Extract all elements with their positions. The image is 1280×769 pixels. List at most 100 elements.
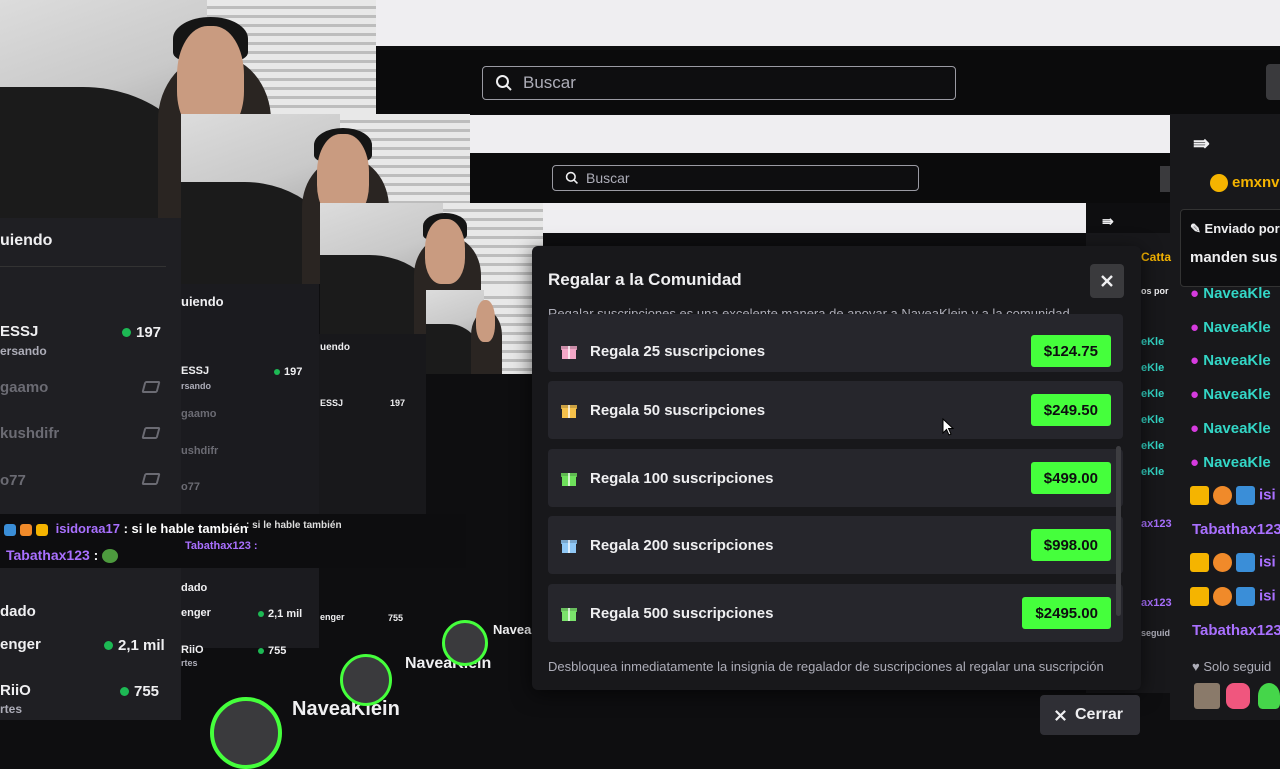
channel-name[interactable]: RiiO <box>0 682 31 699</box>
close-icon <box>1101 275 1113 287</box>
avatar <box>340 654 392 706</box>
search-input[interactable]: Buscar <box>482 66 956 100</box>
channel-name[interactable]: o77 <box>181 481 200 493</box>
channel-name[interactable]: ESSJ <box>320 398 343 408</box>
viewer-count: 2,1 mil <box>258 608 302 620</box>
offline-icon <box>141 473 161 485</box>
gift-option-label: Regala 200 suscripciones <box>590 536 774 554</box>
price-button[interactable]: $249.50 <box>1030 394 1111 426</box>
cursor-icon <box>942 418 954 436</box>
modal-footer: Desbloquea inmediatamente la insignia de… <box>548 659 1104 674</box>
close-modal-button[interactable]: Cerrar <box>1040 695 1140 735</box>
chat-line-small: : si le hable también <box>246 520 342 531</box>
chat-user: Tabathax123 <box>1192 622 1280 639</box>
heart-icon: ♥ <box>1192 659 1200 674</box>
collapse-icon[interactable]: ⇛ <box>1102 213 1114 230</box>
avatar <box>210 697 282 769</box>
gift-icon <box>561 540 577 553</box>
third-bar <box>543 203 1086 233</box>
gift-icon <box>561 608 577 621</box>
mic-icon: ● <box>1190 386 1200 403</box>
chat-mid: Catta <box>1141 250 1172 264</box>
modal-title: Regalar a la Comunidad <box>548 270 742 289</box>
pinned-label: ✎ Enviado por <box>1190 221 1280 236</box>
channel-name[interactable]: enger <box>0 636 41 653</box>
viewer-count: 197 <box>390 398 406 408</box>
chat-users: ● NaveaKle ● NaveaKle ● NaveaKle ● Navea… <box>1190 285 1271 471</box>
viewer-count: 755 <box>120 683 159 700</box>
price-button[interactable]: $124.75 <box>1030 335 1111 367</box>
channel-name[interactable]: dado <box>0 603 36 620</box>
channel-title: NaveaKlein <box>292 698 400 720</box>
channel-name[interactable]: enger <box>181 607 211 619</box>
gift-option-label: Regala 100 suscripciones <box>590 469 774 487</box>
channel-name[interactable]: enger <box>320 612 345 622</box>
pinned-text: manden sus <box>1190 249 1278 266</box>
search-icon <box>496 75 512 91</box>
sidebar-small <box>319 334 426 514</box>
mic-icon: ● <box>1190 285 1200 302</box>
chat-user: isi <box>1190 553 1276 572</box>
channel-sub: rsando <box>181 381 212 391</box>
chat-mid: os por <box>1141 286 1169 296</box>
gift-icon <box>561 346 577 359</box>
offline-icon <box>141 381 161 393</box>
search-placeholder-2: Buscar <box>586 170 630 186</box>
emote[interactable] <box>1226 683 1250 709</box>
gift-option-500[interactable]: Regala 500 suscripciones $2495.00 <box>548 584 1123 642</box>
channel-name[interactable]: ESSJ <box>0 323 38 340</box>
chat-line-small: Tabathax123 : <box>185 540 258 552</box>
emote[interactable] <box>1258 683 1280 709</box>
chat-mid: seguid <box>1141 628 1171 638</box>
gift-modal: Regalar a la Comunidad Regalar suscripci… <box>532 246 1141 690</box>
search-icon <box>565 171 578 184</box>
channel-sub: rtes <box>0 702 23 716</box>
chat-user: emxnv <box>1210 174 1280 193</box>
price-button[interactable]: $998.00 <box>1030 529 1111 561</box>
chat-mid: ax123 <box>1141 518 1172 530</box>
emote[interactable] <box>1194 683 1220 709</box>
close-button[interactable] <box>1090 264 1124 298</box>
gift-icon <box>561 473 577 486</box>
channel-name[interactable]: ushdifr <box>181 445 218 457</box>
avatar <box>442 620 488 666</box>
chat-user: isi <box>1190 486 1276 505</box>
channel-name[interactable]: dado <box>181 582 207 594</box>
channel-sub: ersando <box>0 344 47 358</box>
channel-name[interactable]: kushdifr <box>0 425 59 442</box>
offline-icon <box>141 427 161 439</box>
sidebar-medium <box>181 284 319 514</box>
channel-name[interactable]: RiiO <box>181 644 204 656</box>
price-button[interactable]: $2495.00 <box>1022 597 1111 629</box>
channel-name[interactable]: gaamo <box>0 379 48 396</box>
viewer-count: 2,1 mil <box>104 637 165 654</box>
channel-name[interactable]: gaamo <box>181 408 216 420</box>
webcam-tiny <box>426 290 532 374</box>
pin-icon: ✎ <box>1190 221 1201 236</box>
channel-name[interactable]: ESSJ <box>181 365 209 377</box>
gift-option-label: Regala 500 suscripciones <box>590 604 774 622</box>
collapse-icon[interactable]: ⇛ <box>1193 131 1210 156</box>
top-right-button[interactable] <box>1266 64 1280 100</box>
chat-mid: eKle <box>1141 388 1165 400</box>
scrollbar[interactable] <box>1116 446 1121 616</box>
chat-mid: eKle <box>1141 362 1165 374</box>
chat-mid: eKle <box>1141 440 1165 452</box>
gift-option-200[interactable]: Regala 200 suscripciones $998.00 <box>548 516 1123 574</box>
mic-icon: ● <box>1190 352 1200 369</box>
gift-option-50[interactable]: Regala 50 suscripciones $249.50 <box>548 381 1123 439</box>
price-button[interactable]: $499.00 <box>1030 462 1111 494</box>
mic-icon: ● <box>1190 319 1200 336</box>
search-placeholder: Buscar <box>523 73 576 92</box>
gift-option-100[interactable]: Regala 100 suscripciones $499.00 <box>548 449 1123 507</box>
gift-option-label: Regala 25 suscripciones <box>590 342 766 360</box>
gift-option-25[interactable]: Regala 25 suscripciones $124.75 <box>548 314 1123 372</box>
chat-user: isi <box>1190 587 1276 606</box>
viewer-count: 197 <box>122 324 161 341</box>
channel-title: Navea <box>493 622 532 637</box>
nav-button-2[interactable] <box>1160 166 1170 192</box>
gift-option-label: Regala 50 suscripciones <box>590 401 766 419</box>
search-input-2[interactable]: Buscar <box>552 165 919 191</box>
channel-name[interactable]: o77 <box>0 472 26 489</box>
gift-icon <box>561 405 577 418</box>
